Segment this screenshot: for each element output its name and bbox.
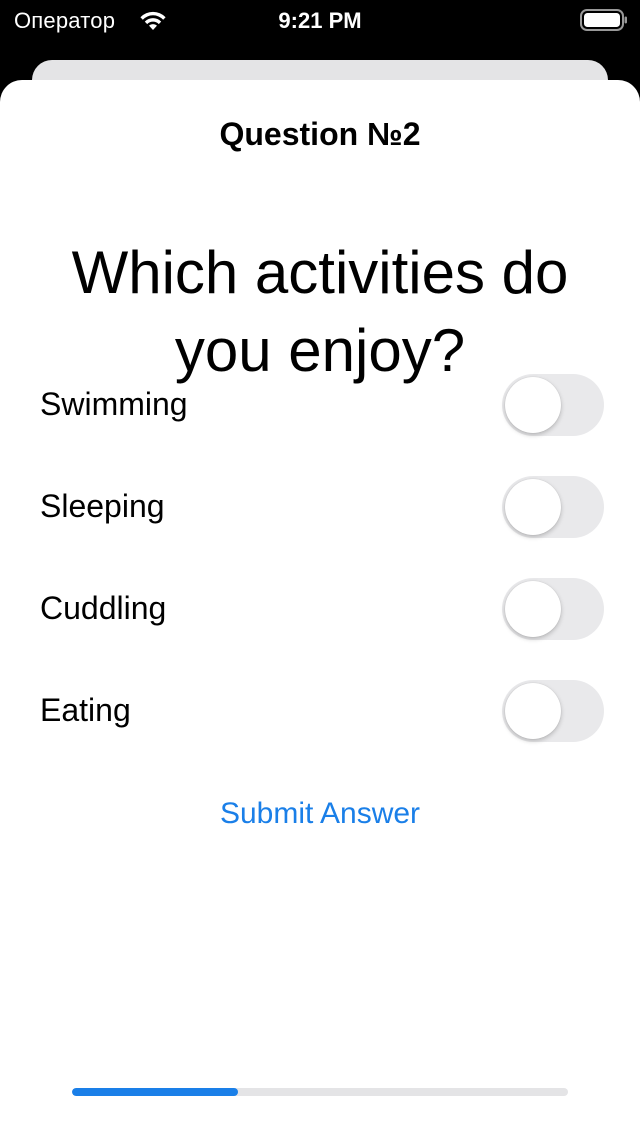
question-sheet: Question №2 Which activities do you enjo…	[0, 80, 640, 1136]
option-row-sleeping: Sleeping	[0, 476, 640, 540]
app-screen: Оператор 9:21 PM Question №2 Which activ…	[0, 0, 640, 1136]
option-label: Swimming	[40, 386, 188, 422]
progress-fill	[72, 1088, 239, 1096]
status-time: 9:21 PM	[278, 8, 362, 33]
option-label: Eating	[40, 692, 131, 728]
submit-answer-button[interactable]: Submit Answer	[170, 792, 470, 836]
progress-bar	[72, 1088, 568, 1096]
toggle-switch[interactable]	[502, 680, 604, 742]
page-title: Question №2	[219, 116, 421, 152]
toggle-knob	[505, 479, 561, 535]
option-row-swimming: Swimming	[0, 374, 640, 438]
toggle-knob	[505, 683, 561, 739]
status-bar: Оператор 9:21 PM	[0, 0, 640, 40]
option-row-cuddling: Cuddling	[0, 578, 640, 642]
question-text: Which activities do you enjoy?	[71, 239, 569, 384]
toggle-knob	[505, 377, 561, 433]
option-row-eating: Eating	[0, 680, 640, 744]
option-label: Sleeping	[40, 488, 165, 524]
option-label: Cuddling	[40, 590, 167, 626]
toggle-knob	[505, 581, 561, 637]
battery-icon	[580, 9, 627, 31]
toggle-switch[interactable]	[502, 374, 604, 436]
toggle-switch[interactable]	[502, 578, 604, 640]
toggle-switch[interactable]	[502, 476, 604, 538]
